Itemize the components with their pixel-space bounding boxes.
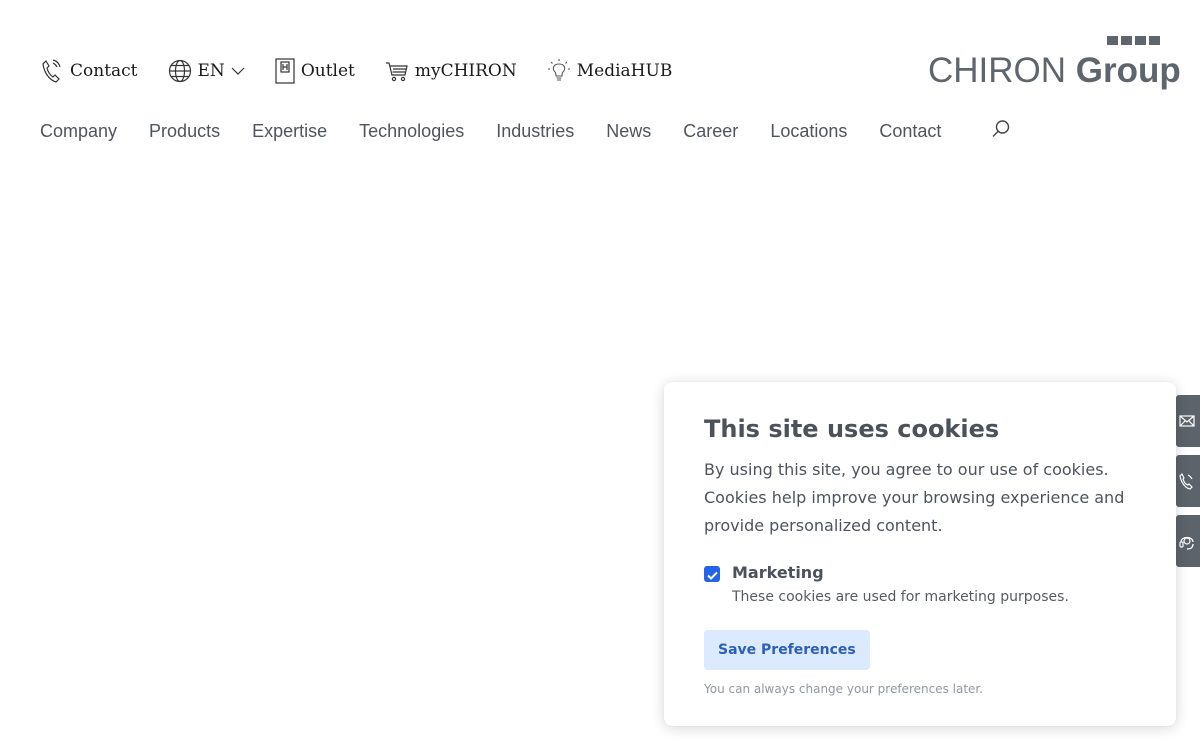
- nav-item-locations[interactable]: Locations: [770, 121, 847, 142]
- chiron-group-logo[interactable]: CHIRON Group: [928, 34, 1181, 88]
- utility-bar: Contact EN Outlet myCHIRON MediaHUB: [40, 56, 702, 86]
- nav-item-company[interactable]: Company: [40, 121, 117, 142]
- marketing-checkbox[interactable]: [704, 566, 720, 582]
- phone-icon: [40, 58, 62, 84]
- cookie-consent-dialog: This site uses cookies By using this sit…: [664, 382, 1176, 726]
- nav-item-products[interactable]: Products: [149, 121, 220, 142]
- utility-mediahub-link[interactable]: MediaHUB: [547, 58, 673, 84]
- nav-item-contact[interactable]: Contact: [879, 121, 941, 142]
- outlet-icon: [275, 58, 295, 84]
- nav-item-industries[interactable]: Industries: [496, 121, 574, 142]
- language-selector[interactable]: EN: [168, 59, 245, 83]
- side-tab-mail[interactable]: [1176, 395, 1200, 447]
- nav-item-expertise[interactable]: Expertise: [252, 121, 327, 142]
- check-icon: [706, 565, 718, 584]
- cookie-footnote: You can always change your preferences l…: [704, 682, 984, 696]
- headset-icon: [1179, 532, 1195, 550]
- utility-contact-label: Contact: [70, 61, 138, 81]
- utility-mychiron-link[interactable]: myCHIRON: [385, 60, 517, 82]
- nav-item-technologies[interactable]: Technologies: [359, 121, 464, 142]
- nav-item-career[interactable]: Career: [683, 121, 738, 142]
- utility-outlet-label: Outlet: [300, 61, 355, 81]
- chevron-down-icon: [231, 66, 245, 76]
- utility-mychiron-label: myCHIRON: [414, 61, 517, 81]
- main-navigation: Company Products Expertise Technologies …: [40, 118, 1011, 144]
- globe-icon: [168, 59, 192, 83]
- utility-outlet-link[interactable]: Outlet: [275, 58, 355, 84]
- cookie-description: By using this site, you agree to our use…: [704, 460, 1125, 535]
- search-button[interactable]: [991, 119, 1011, 143]
- side-tab-support[interactable]: [1176, 515, 1200, 567]
- phone-icon: [1179, 472, 1195, 490]
- utility-contact-link[interactable]: Contact: [40, 58, 138, 84]
- cookie-title: This site uses cookies: [704, 415, 1000, 443]
- utility-mediahub-label: MediaHUB: [576, 61, 673, 81]
- marketing-option-title: Marketing: [732, 563, 824, 582]
- side-tab-phone[interactable]: [1176, 455, 1200, 507]
- save-preferences-button[interactable]: Save Preferences: [704, 630, 870, 670]
- lightbulb-icon: [547, 58, 571, 84]
- nav-item-news[interactable]: News: [606, 121, 651, 142]
- logo-wordmark: CHIRON Group: [928, 51, 1181, 90]
- marketing-option-description: These cookies are used for marketing pur…: [732, 589, 1069, 605]
- cart-icon: [385, 60, 409, 82]
- mail-icon: [1179, 413, 1195, 429]
- language-label: EN: [197, 61, 225, 81]
- logo-squares: [1107, 36, 1160, 45]
- marketing-option: Marketing These cookies are used for mar…: [704, 562, 1136, 610]
- search-icon: [991, 120, 1011, 143]
